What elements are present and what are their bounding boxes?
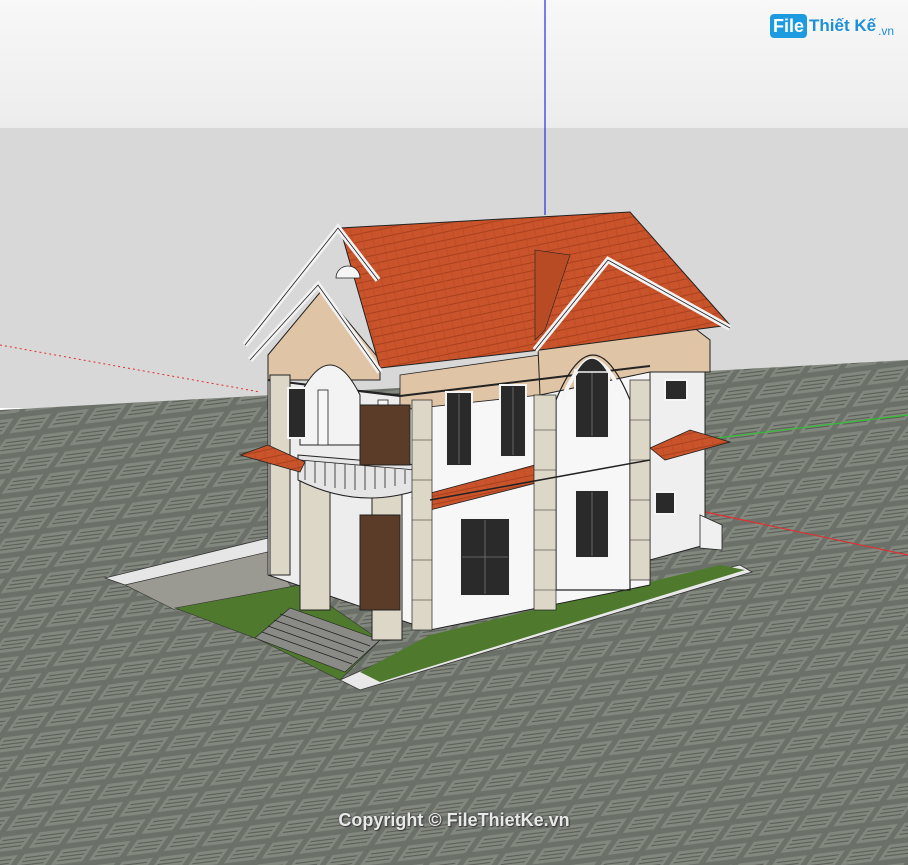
logo-badge: File (770, 14, 808, 38)
filethietke-logo: File Thiết Kế .vn (770, 12, 894, 40)
logo-name: Thiết Kế (809, 16, 877, 35)
copyright-watermark: Copyright © FileThietKe.vn (338, 810, 570, 830)
main-door (359, 514, 401, 611)
3d-scene[interactable] (0, 0, 908, 865)
upper-door (359, 404, 411, 466)
sketchup-viewport[interactable]: File Thiết Kế .vn Copyright © FileThietK… (0, 0, 908, 865)
logo-tld: .vn (878, 24, 895, 38)
